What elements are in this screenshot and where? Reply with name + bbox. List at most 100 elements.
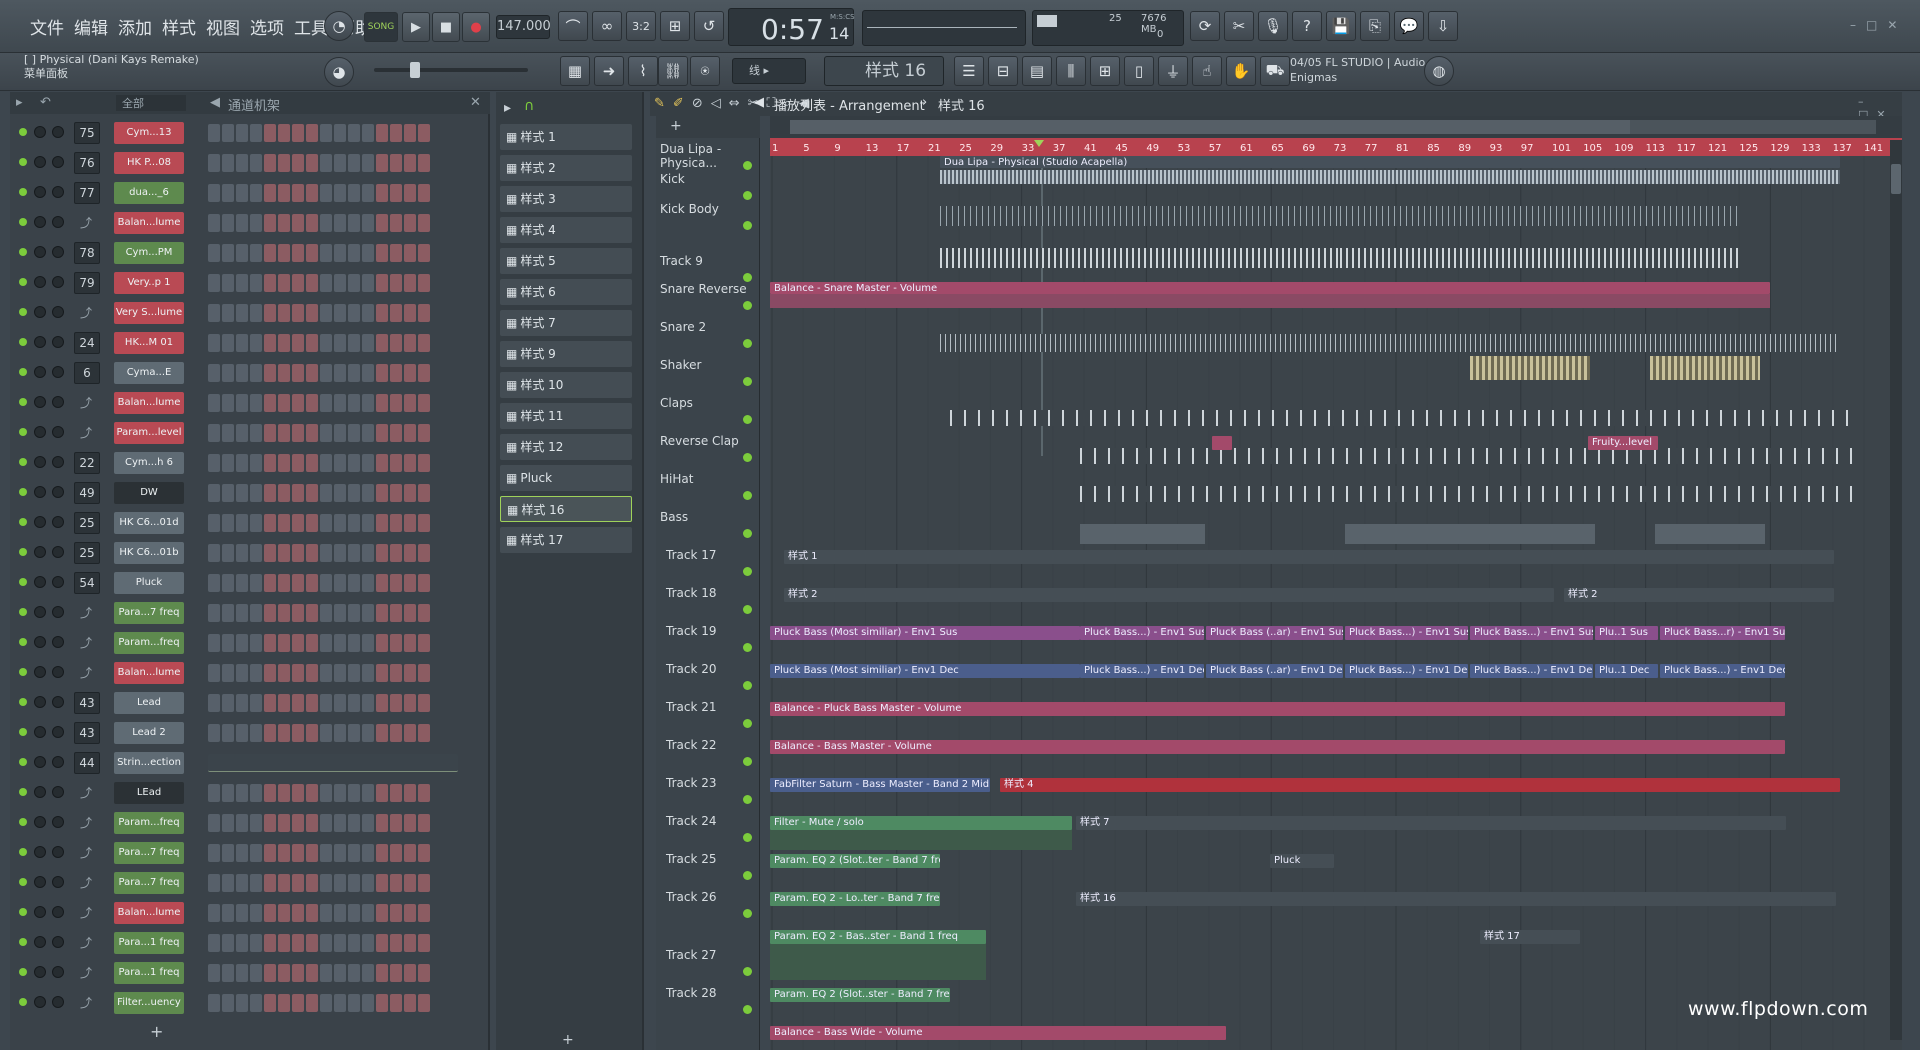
channel-name-button[interactable]: Lead 2: [114, 722, 184, 744]
step-button[interactable]: [236, 844, 248, 862]
step-button[interactable]: [250, 154, 262, 172]
channel-row[interactable]: ⤴ Balan...lume: [10, 658, 490, 688]
step-button[interactable]: [292, 274, 304, 292]
step-button[interactable]: [418, 214, 430, 232]
step-button[interactable]: [362, 994, 374, 1012]
pan-knob[interactable]: [34, 366, 46, 378]
step-button[interactable]: [376, 724, 388, 742]
step-sequencer[interactable]: [208, 154, 430, 172]
channel-name-button[interactable]: Para...7 freq: [114, 602, 184, 624]
volume-knob[interactable]: [52, 186, 64, 198]
channel-name-button[interactable]: Cyma...E: [114, 362, 184, 384]
step-button[interactable]: [418, 424, 430, 442]
step-button[interactable]: [236, 304, 248, 322]
step-button[interactable]: [362, 964, 374, 982]
step-button[interactable]: [306, 784, 318, 802]
maximize-icon[interactable]: □: [1866, 18, 1887, 32]
step-button[interactable]: [320, 334, 332, 352]
step-button[interactable]: [278, 394, 290, 412]
step-button[interactable]: [334, 784, 346, 802]
channel-row[interactable]: ⤴ Balan...lume: [10, 208, 490, 238]
step-button[interactable]: [250, 364, 262, 382]
track-mute-led[interactable]: [743, 757, 752, 766]
channel-name-button[interactable]: Balan...lume: [114, 212, 184, 234]
step-button[interactable]: [208, 124, 220, 142]
step-button[interactable]: [348, 454, 360, 472]
channel-row[interactable]: 75 Cym...13: [10, 118, 490, 148]
step-button[interactable]: [320, 184, 332, 202]
pan-knob[interactable]: [34, 486, 46, 498]
step-button[interactable]: [348, 304, 360, 322]
pan-knob[interactable]: [34, 216, 46, 228]
step-button[interactable]: [236, 784, 248, 802]
step-button[interactable]: [334, 904, 346, 922]
step-button[interactable]: [376, 424, 388, 442]
step-button[interactable]: [348, 574, 360, 592]
step-button[interactable]: [264, 994, 276, 1012]
channel-mute-led[interactable]: [19, 608, 27, 616]
step-button[interactable]: [222, 334, 234, 352]
metronome-button[interactable]: ⌒: [558, 11, 588, 41]
step-button[interactable]: [390, 424, 402, 442]
countdown-button[interactable]: 3:2: [626, 11, 656, 41]
step-button[interactable]: [404, 424, 416, 442]
step-button[interactable]: [292, 484, 304, 502]
volume-knob[interactable]: [52, 996, 64, 1008]
track-header[interactable]: Claps: [660, 392, 756, 428]
pattern-clip[interactable]: 样式 2: [1564, 588, 1834, 602]
track-mute-led[interactable]: [743, 643, 752, 652]
track-header[interactable]: HiHat: [660, 468, 756, 504]
step-button[interactable]: [334, 244, 346, 262]
step-button[interactable]: [250, 184, 262, 202]
step-button[interactable]: [208, 304, 220, 322]
step-button[interactable]: [404, 604, 416, 622]
step-button[interactable]: [404, 514, 416, 532]
shop-button[interactable]: ⛟: [1260, 56, 1290, 86]
channel-mixer-track[interactable]: 43: [74, 692, 100, 714]
step-button[interactable]: [404, 784, 416, 802]
pan-knob[interactable]: [34, 936, 46, 948]
step-button[interactable]: [418, 694, 430, 712]
channel-name-button[interactable]: Balan...lume: [114, 902, 184, 924]
slip-tool-icon[interactable]: ⇔: [729, 96, 740, 111]
step-button[interactable]: [320, 634, 332, 652]
step-button[interactable]: [278, 574, 290, 592]
step-button[interactable]: [264, 334, 276, 352]
mixer-button[interactable]: ⫼: [1056, 56, 1086, 86]
step-button[interactable]: [264, 844, 276, 862]
step-button[interactable]: [376, 484, 388, 502]
step-button[interactable]: [348, 964, 360, 982]
step-button[interactable]: [334, 424, 346, 442]
step-button[interactable]: [222, 124, 234, 142]
pattern-item[interactable]: ▦ 样式 2: [500, 155, 632, 181]
paint-tool-icon[interactable]: ✐: [673, 96, 684, 111]
step-button[interactable]: [320, 544, 332, 562]
step-sequencer[interactable]: [208, 964, 430, 982]
pan-knob[interactable]: [34, 726, 46, 738]
stamp-button[interactable]: ⍟: [690, 56, 720, 86]
step-button[interactable]: [334, 934, 346, 952]
channel-mixer-track[interactable]: 24: [74, 332, 100, 354]
channel-row[interactable]: 43 Lead: [10, 688, 490, 718]
pattern-item[interactable]: ▦ 样式 9: [500, 341, 632, 367]
step-button[interactable]: [222, 244, 234, 262]
channel-name-button[interactable]: Balan...lume: [114, 392, 184, 414]
pattern-clip[interactable]: 样式 4: [1000, 778, 1840, 792]
track-mute-led[interactable]: [743, 1005, 752, 1014]
pitch-knob[interactable]: ◕: [324, 57, 354, 87]
step-button[interactable]: [404, 874, 416, 892]
step-button[interactable]: [418, 574, 430, 592]
channel-row[interactable]: ⤴ Balan...lume: [10, 388, 490, 418]
automation-clip[interactable]: Pluck Bass (..ar) - Env1 Sus: [1206, 626, 1343, 640]
step-button[interactable]: [306, 604, 318, 622]
step-button[interactable]: [418, 604, 430, 622]
step-button[interactable]: [250, 244, 262, 262]
step-button[interactable]: [390, 274, 402, 292]
step-button[interactable]: [334, 634, 346, 652]
channel-mixer-track[interactable]: 79: [74, 272, 100, 294]
channel-name-button[interactable]: Para...7 freq: [114, 842, 184, 864]
piano-roll-button[interactable]: ▦: [560, 56, 590, 86]
step-button[interactable]: [418, 454, 430, 472]
step-button[interactable]: [404, 484, 416, 502]
volume-knob[interactable]: [52, 696, 64, 708]
